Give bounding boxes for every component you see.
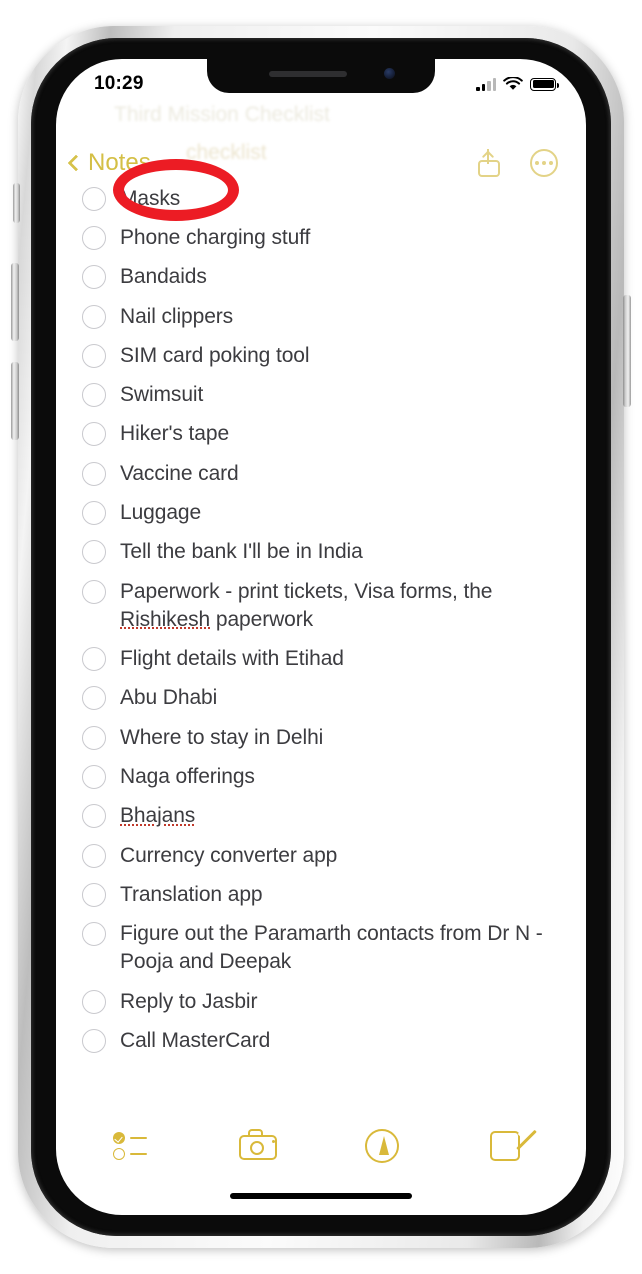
spellcheck-underlined-word: Bhajans bbox=[120, 804, 196, 828]
empty-circle-checkbox-icon[interactable] bbox=[82, 989, 106, 1014]
empty-circle-checkbox-icon[interactable] bbox=[82, 804, 106, 829]
checklist-item-label: Swimsuit bbox=[120, 383, 204, 407]
checklist-item-label: Nail clippers bbox=[120, 304, 234, 328]
wifi-icon bbox=[503, 76, 523, 90]
status-time: 10:29 bbox=[94, 73, 144, 94]
share-icon[interactable] bbox=[476, 149, 502, 177]
checklist-button[interactable] bbox=[111, 1125, 157, 1165]
front-camera-icon bbox=[384, 68, 395, 79]
checklist-item[interactable]: Bhajans bbox=[82, 797, 570, 836]
empty-circle-checkbox-icon[interactable] bbox=[82, 422, 106, 447]
checklist-item[interactable]: Tell the bank I'll be in India bbox=[82, 533, 570, 572]
checklist-item[interactable]: Vaccine card bbox=[82, 454, 570, 493]
checklist-item-label: Figure out the Paramarth contacts from D… bbox=[120, 922, 543, 974]
empty-circle-checkbox-icon[interactable] bbox=[82, 265, 106, 290]
iphone-screenshot: 10:29 Third Mission Checklist checklist bbox=[0, 0, 642, 1274]
checklist: Masks Phone charging stuff Bandaids Nail cl… bbox=[56, 179, 586, 1119]
empty-circle-checkbox-icon[interactable] bbox=[82, 843, 106, 868]
empty-circle-checkbox-icon[interactable] bbox=[82, 922, 106, 947]
more-ellipsis-icon[interactable] bbox=[530, 149, 558, 177]
empty-circle-checkbox-icon[interactable] bbox=[82, 765, 106, 790]
back-to-notes-button[interactable]: Notes bbox=[67, 149, 151, 177]
cellular-bars-icon bbox=[476, 77, 496, 91]
empty-circle-checkbox-icon[interactable] bbox=[82, 225, 106, 250]
checklist-item[interactable]: SIM card poking tool bbox=[82, 336, 570, 375]
checklist-item-label: Bandaids bbox=[120, 265, 207, 289]
chevron-left-icon bbox=[67, 154, 85, 172]
silent-switch-button[interactable] bbox=[13, 183, 20, 223]
checklist-item-label: SIM card poking tool bbox=[120, 343, 310, 367]
empty-circle-checkbox-icon[interactable] bbox=[82, 686, 106, 711]
checklist-item-label: Hiker's tape bbox=[120, 422, 230, 446]
volume-down-button[interactable] bbox=[11, 362, 19, 440]
markup-button[interactable] bbox=[360, 1125, 406, 1165]
compose-button[interactable] bbox=[485, 1121, 543, 1165]
checklist-item[interactable]: Swimsuit bbox=[82, 376, 570, 415]
checklist-item[interactable]: Naga offerings bbox=[82, 758, 570, 797]
checklist-item[interactable]: Figure out the Paramarth contacts from D… bbox=[82, 915, 570, 982]
checklist-item[interactable]: Reply to Jasbir bbox=[82, 982, 570, 1021]
empty-circle-checkbox-icon[interactable] bbox=[82, 883, 106, 908]
back-button-label: Notes bbox=[88, 149, 151, 176]
checklist-item-label: Abu Dhabi bbox=[120, 686, 218, 710]
checklist-item-label: Vaccine card bbox=[120, 461, 239, 485]
checklist-item[interactable]: Currency converter app bbox=[82, 836, 570, 875]
earpiece-speaker-icon bbox=[269, 71, 347, 77]
checklist-item[interactable]: Bandaids bbox=[82, 258, 570, 297]
checklist-item-label: Paperwork - print tickets, Visa forms, t… bbox=[120, 579, 493, 631]
checklist-item[interactable]: Call MasterCard bbox=[82, 1022, 570, 1061]
checklist-item-label: Currency converter app bbox=[120, 843, 338, 867]
status-indicators bbox=[476, 76, 559, 92]
empty-circle-checkbox-icon[interactable] bbox=[82, 383, 106, 408]
empty-circle-checkbox-icon[interactable] bbox=[82, 725, 106, 750]
home-indicator[interactable] bbox=[230, 1193, 412, 1199]
checklist-item-label: Call MasterCard bbox=[120, 1029, 271, 1053]
bottom-toolbar bbox=[56, 1119, 586, 1171]
empty-circle-checkbox-icon[interactable] bbox=[82, 647, 106, 672]
checklist-item[interactable]: Translation app bbox=[82, 875, 570, 914]
checklist-item-label: Translation app bbox=[120, 883, 263, 907]
power-button[interactable] bbox=[623, 295, 631, 407]
empty-circle-checkbox-icon[interactable] bbox=[82, 501, 106, 526]
battery-full-icon bbox=[530, 77, 559, 91]
checklist-item[interactable]: Paperwork - print tickets, Visa forms, t… bbox=[82, 572, 570, 639]
checklist-item-label: Where to stay in Delhi bbox=[120, 725, 324, 749]
checklist-item[interactable]: Where to stay in Delhi bbox=[82, 718, 570, 757]
empty-circle-checkbox-icon[interactable] bbox=[82, 579, 106, 604]
checklist-item-label: Tell the bank I'll be in India bbox=[120, 540, 363, 564]
nav-actions bbox=[476, 149, 558, 177]
phone-screen: 10:29 Third Mission Checklist checklist bbox=[56, 59, 586, 1215]
checklist-item[interactable]: Abu Dhabi bbox=[82, 679, 570, 718]
camera-button[interactable] bbox=[236, 1125, 282, 1165]
checklist-item-label: Reply to Jasbir bbox=[120, 989, 258, 1013]
checklist-item-label: Bhajans bbox=[120, 802, 195, 830]
checklist-item[interactable]: Nail clippers bbox=[82, 297, 570, 336]
checklist-item[interactable]: Hiker's tape bbox=[82, 415, 570, 454]
checklist-item[interactable]: Flight details with Etihad bbox=[82, 640, 570, 679]
ghost-title-line: Third Mission Checklist bbox=[114, 103, 330, 126]
empty-circle-checkbox-icon[interactable] bbox=[82, 1029, 106, 1054]
checklist-item-label: Naga offerings bbox=[120, 765, 255, 789]
spellcheck-underlined-word: Rishikesh bbox=[120, 607, 211, 631]
checklist-item[interactable]: Phone charging stuff bbox=[82, 218, 570, 257]
checklist-item[interactable]: Luggage bbox=[82, 494, 570, 533]
empty-circle-checkbox-icon[interactable] bbox=[82, 186, 106, 211]
nav-bar: Notes bbox=[56, 137, 586, 189]
empty-circle-checkbox-icon[interactable] bbox=[82, 461, 106, 486]
empty-circle-checkbox-icon[interactable] bbox=[82, 304, 106, 329]
volume-up-button[interactable] bbox=[11, 263, 19, 341]
notch bbox=[207, 59, 435, 93]
empty-circle-checkbox-icon[interactable] bbox=[82, 540, 106, 565]
checklist-item-label: Flight details with Etihad bbox=[120, 647, 344, 671]
checklist-item-label: Luggage bbox=[120, 501, 202, 525]
empty-circle-checkbox-icon[interactable] bbox=[82, 343, 106, 368]
checklist-item-label: Phone charging stuff bbox=[120, 225, 311, 249]
